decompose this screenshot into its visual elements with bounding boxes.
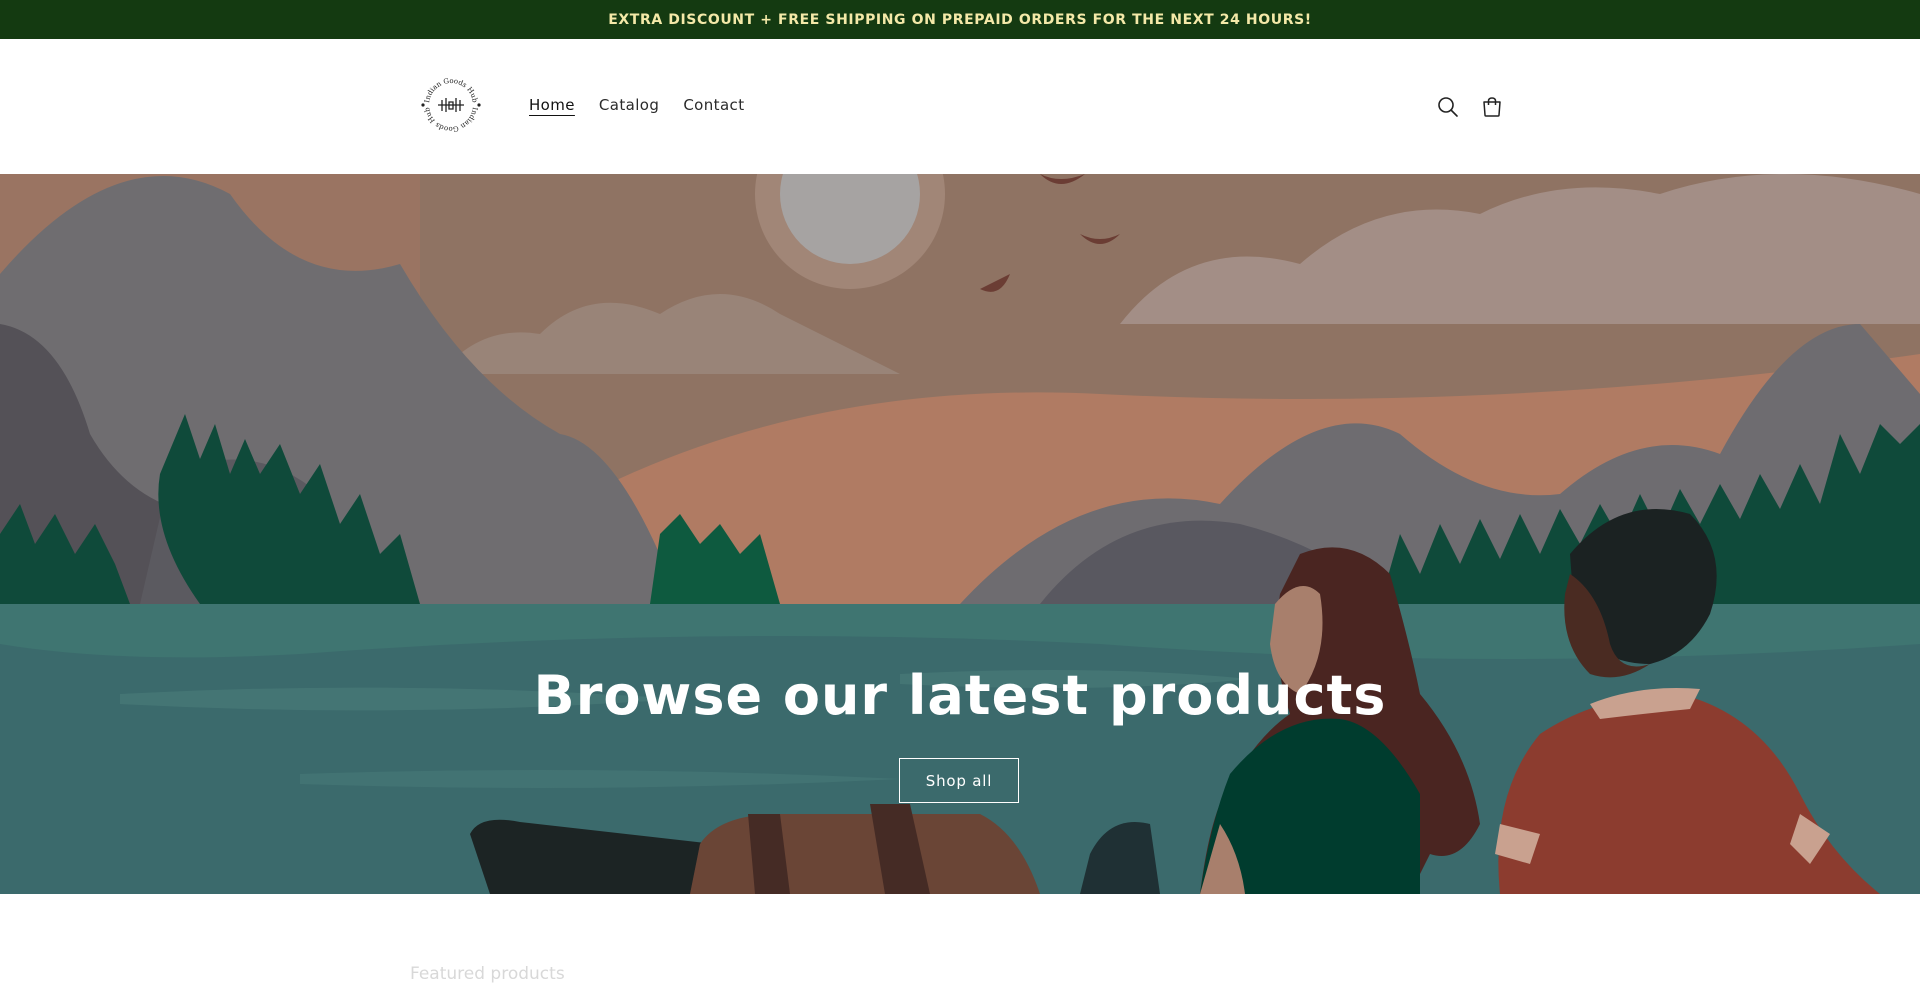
section-heading: Featured products <box>410 964 565 984</box>
announcement-bar: EXTRA DISCOUNT + FREE SHIPPING ON PREPAI… <box>0 0 1920 39</box>
hero-banner: Browse our latest products Shop all <box>0 174 1920 894</box>
logo-seal-icon: Indian Goods Hub Indian Goods Hub <box>421 77 481 133</box>
hero-title: Browse our latest products <box>533 664 1387 727</box>
main-nav: Home Catalog Contact <box>529 96 744 114</box>
cart-button[interactable] <box>1479 94 1505 120</box>
store-logo[interactable]: Indian Goods Hub Indian Goods Hub <box>418 72 484 138</box>
shop-all-button[interactable]: Shop all <box>899 758 1019 803</box>
cart-icon <box>1483 97 1501 117</box>
nav-contact-link[interactable]: Contact <box>683 96 744 114</box>
announcement-text: EXTRA DISCOUNT + FREE SHIPPING ON PREPAI… <box>608 11 1312 28</box>
svg-text:Indian Goods Hub: Indian Goods Hub <box>423 106 479 133</box>
search-button[interactable] <box>1435 94 1461 120</box>
search-icon <box>1438 97 1458 117</box>
featured-section: Featured products <box>0 894 1920 993</box>
site-header: Indian Goods Hub Indian Goods Hub Home C… <box>0 39 1920 174</box>
svg-text:Indian Goods Hub: Indian Goods Hub <box>423 77 479 104</box>
nav-home-link[interactable]: Home <box>529 96 575 114</box>
nav-catalog-link[interactable]: Catalog <box>599 96 659 114</box>
